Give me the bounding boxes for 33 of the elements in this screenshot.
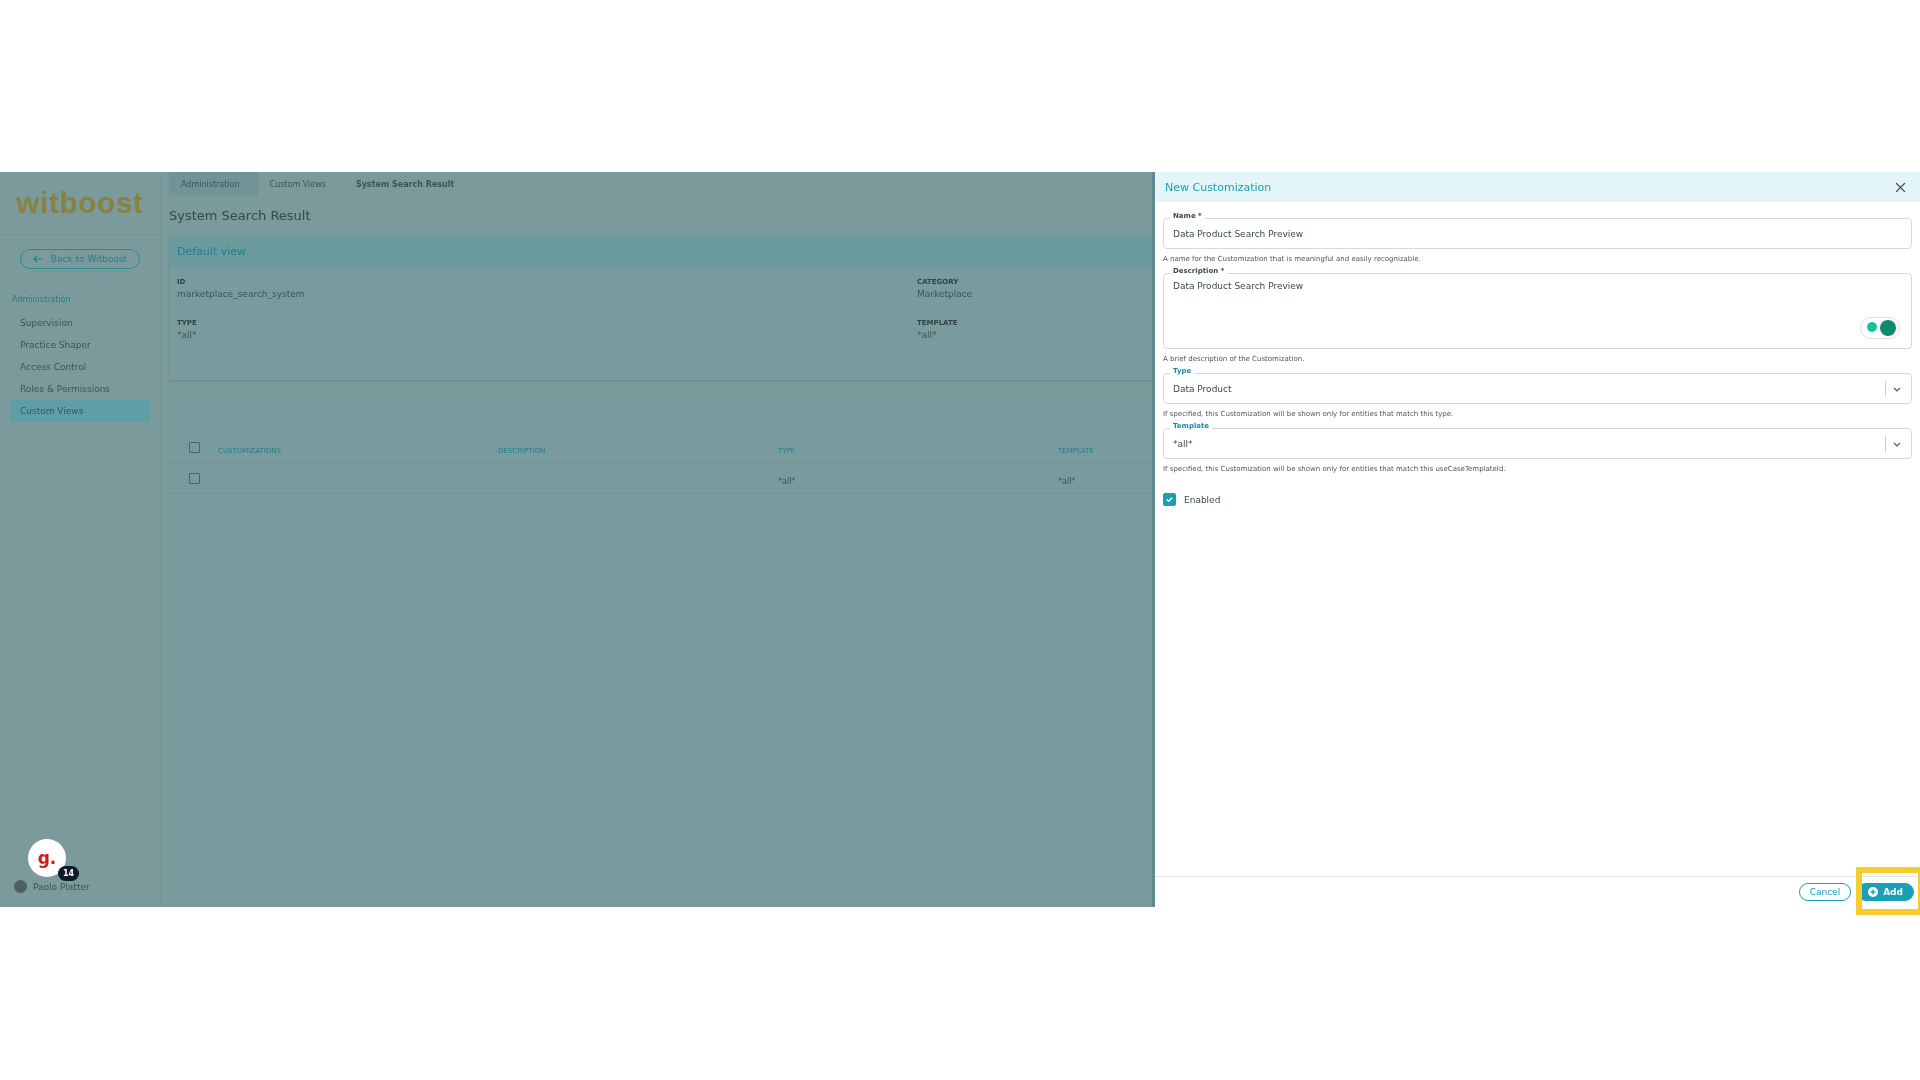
sidebar-item[interactable]: Supervision <box>10 312 150 334</box>
breadcrumb[interactable]: System Search Result <box>343 179 473 189</box>
checkmark-icon <box>1165 495 1174 504</box>
sidebar-item[interactable]: Practice Shaper <box>10 334 150 356</box>
breadcrumb[interactable]: Custom Views <box>257 179 344 189</box>
table-cell: *all* <box>1058 476 1076 486</box>
field-value: Marketplace <box>917 289 974 299</box>
field-value: *all* <box>917 330 938 340</box>
grammar-assistant-icon[interactable] <box>1860 317 1900 339</box>
highlight-frame <box>1856 867 1920 915</box>
cancel-button[interactable]: Cancel <box>1798 883 1852 901</box>
checkbox[interactable] <box>189 472 200 484</box>
breadcrumb[interactable]: Administration <box>169 172 258 196</box>
avatar <box>14 880 27 893</box>
sidebar-item[interactable]: Custom Views <box>10 400 150 422</box>
plus-circle-icon <box>1868 887 1879 897</box>
close-icon[interactable] <box>1895 181 1906 193</box>
sidebar-item[interactable]: Access Control <box>10 356 150 378</box>
notification-badge: 14 <box>58 866 80 881</box>
page-title: System Search Result <box>169 208 312 223</box>
drawer-title: New Customization <box>1165 180 1272 194</box>
logo: witboost <box>0 172 160 235</box>
checkbox[interactable] <box>189 441 200 453</box>
arrow-left-icon <box>32 255 43 263</box>
section-heading: Administration <box>12 295 72 304</box>
checkbox[interactable] <box>1163 493 1176 506</box>
field-value: *all* <box>177 330 198 340</box>
checkbox-label: Enabled <box>1184 494 1221 505</box>
field-value: marketplace_search_system <box>177 289 306 299</box>
table-cell: *all* <box>778 476 796 486</box>
card-title: Default view <box>169 235 1152 268</box>
user-name[interactable]: Paolo Platter <box>33 881 90 892</box>
sidebar-item[interactable]: Roles & Permissions <box>10 378 150 400</box>
